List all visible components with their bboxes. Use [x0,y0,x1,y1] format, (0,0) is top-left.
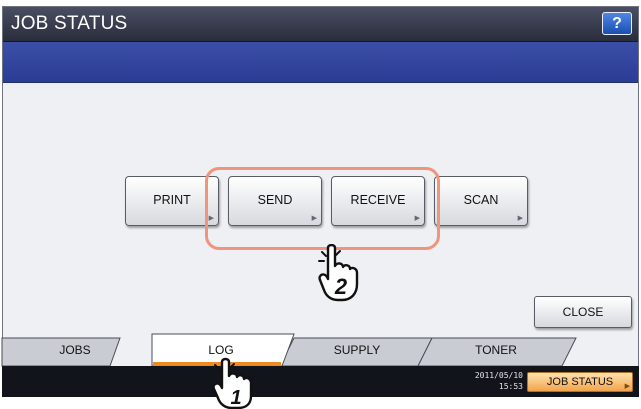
tab-log-label: LOG [208,343,234,357]
status-bar: 2011/05/10 15:53 JOB STATUS ▶ [2,366,639,397]
time-text: 15:53 [498,382,523,391]
arrow-icon: ▶ [624,383,630,390]
tab-toner-label: TONER [475,343,517,357]
tab-jobs-label: JOBS [59,343,91,357]
job-status-label: JOB STATUS [546,376,614,388]
date-text: 2011/05/10 [474,371,523,380]
hand-pointer-icon: 1 [212,357,253,409]
tab-supply-label: SUPPLY [333,343,381,357]
step-1-number: 1 [230,387,241,409]
job-status-button[interactable]: JOB STATUS ▶ [527,372,633,392]
datetime-display: 2011/05/10 15:53 [475,370,523,392]
